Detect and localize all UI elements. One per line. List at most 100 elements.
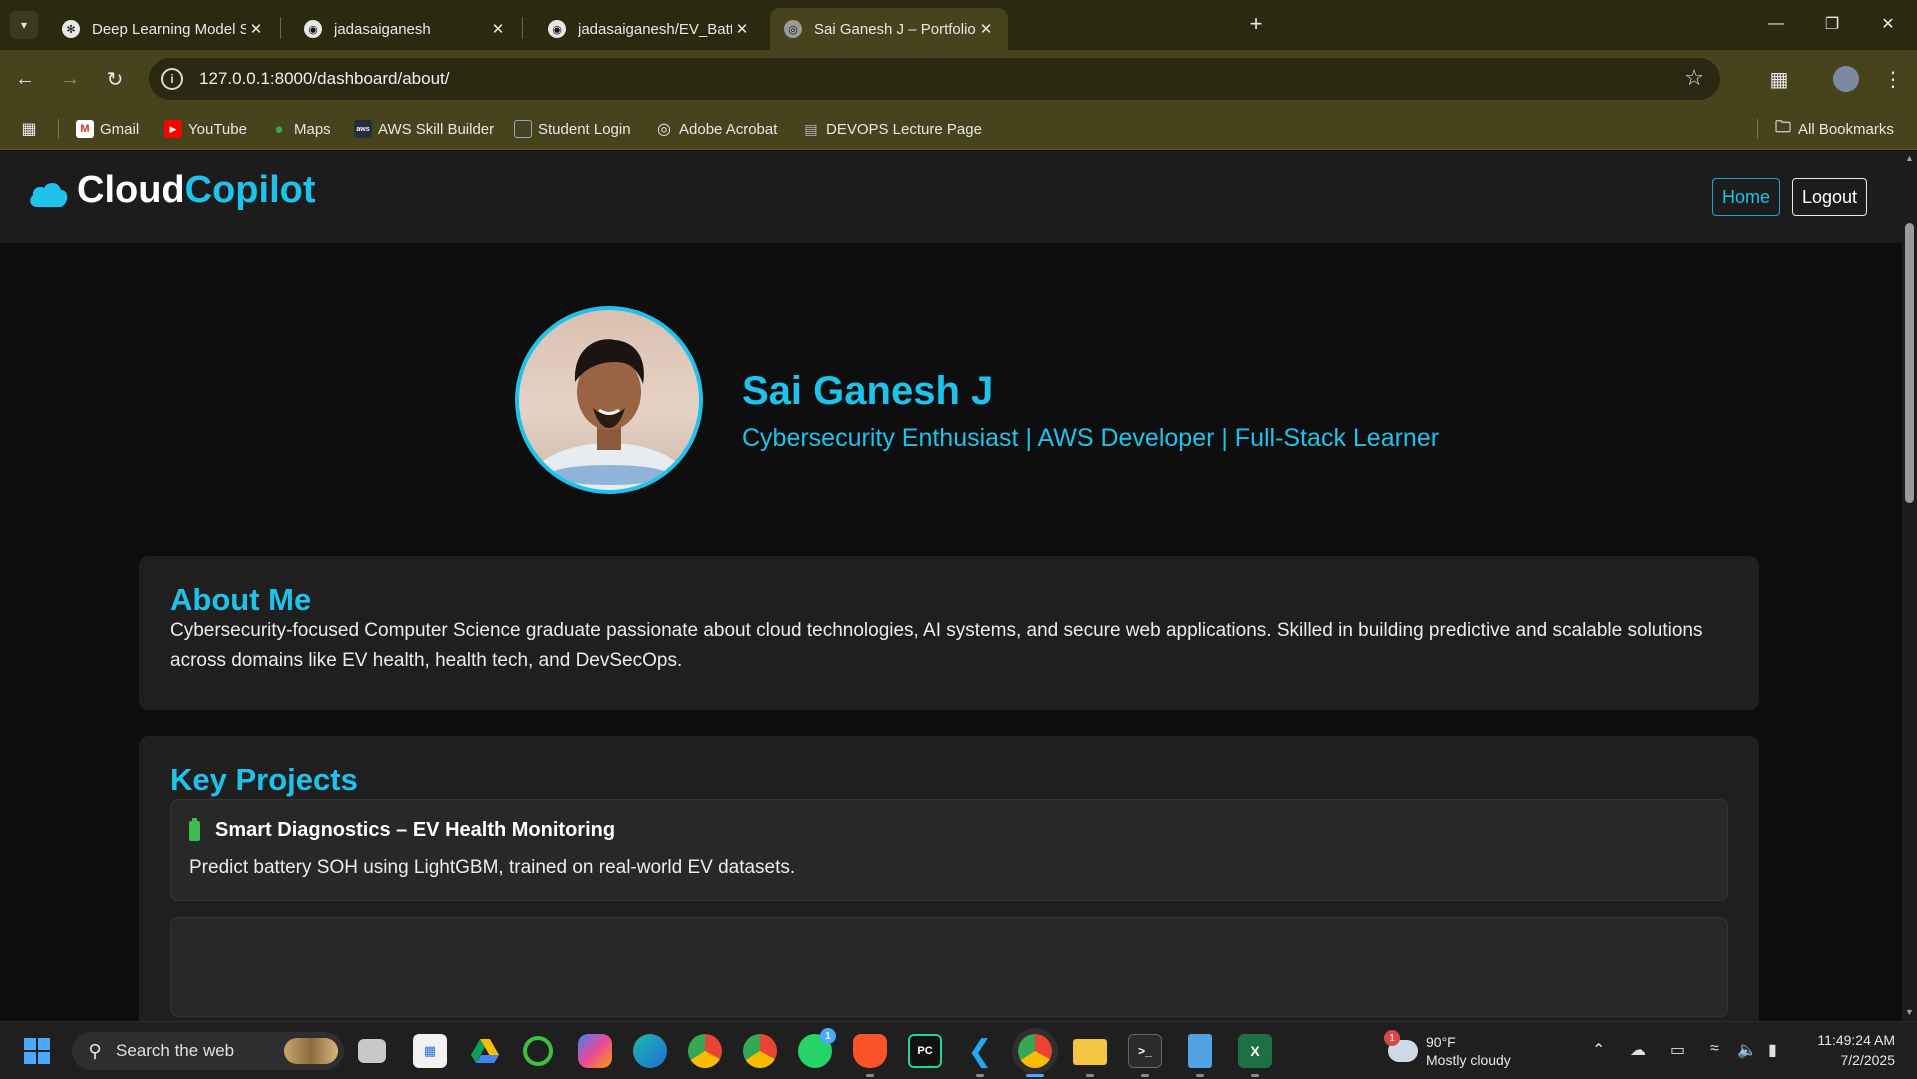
close-tab-icon[interactable]: ✕ bbox=[976, 20, 996, 38]
start-button[interactable] bbox=[20, 1034, 54, 1068]
profile-photo bbox=[515, 306, 703, 494]
store-icon[interactable]: ▦ bbox=[413, 1034, 447, 1068]
bookmark-maps[interactable]: ● Maps bbox=[270, 108, 330, 150]
reload-button[interactable]: ↻ bbox=[99, 63, 131, 95]
weather-temperature: 90°F bbox=[1426, 1034, 1456, 1050]
windows-taskbar: ⚲ Search the web ▦ 1 PC ❮ >_ X 1 90°F Mo… bbox=[0, 1021, 1917, 1079]
projects-card: Key Projects Smart Diagnostics – EV Heal… bbox=[139, 736, 1759, 1021]
battery-icon[interactable]: ▮ bbox=[1768, 1040, 1777, 1060]
close-tab-icon[interactable]: ✕ bbox=[488, 20, 508, 38]
extensions-icon[interactable]: ▦ bbox=[1763, 63, 1795, 95]
projects-heading: Key Projects bbox=[170, 762, 358, 797]
notification-badge: 1 bbox=[1384, 1030, 1400, 1046]
tab-github-profile[interactable]: ◉ jadasaiganesh ✕ bbox=[290, 8, 520, 50]
back-button[interactable]: ← bbox=[9, 63, 41, 95]
chrome-profile-icon[interactable] bbox=[743, 1034, 777, 1068]
page-viewport: Cloud Copilot Home Logout Sai Ganesh J Cy… bbox=[0, 151, 1902, 1021]
github-icon: ◉ bbox=[548, 20, 566, 38]
project-description: Predict battery SOH using LightGBM, trai… bbox=[189, 857, 796, 878]
minimize-button[interactable]: — bbox=[1748, 0, 1804, 48]
bookmark-star-icon[interactable]: ☆ bbox=[1684, 65, 1704, 91]
profile-tagline: Cybersecurity Enthusiast | AWS Developer… bbox=[742, 424, 1440, 452]
brave-icon[interactable] bbox=[853, 1034, 887, 1068]
system-clock[interactable]: 11:49:24 AM 7/2/2025 bbox=[1790, 1030, 1895, 1070]
tab-github-repo[interactable]: ◉ jadasaiganesh/EV_Battery_SOH ✕ bbox=[534, 8, 764, 50]
bookmark-student-login[interactable]: Student Login bbox=[514, 108, 631, 150]
scroll-up-arrow[interactable]: ▲ bbox=[1904, 153, 1915, 163]
chrome-active-icon[interactable] bbox=[1018, 1034, 1052, 1068]
bookmark-adobe[interactable]: ◎ Adobe Acrobat bbox=[655, 108, 777, 150]
about-card: About Me Cybersecurity-focused Computer … bbox=[139, 556, 1759, 710]
logout-button[interactable]: Logout bbox=[1792, 178, 1868, 216]
tab-portfolio[interactable]: ◎ Sai Ganesh J – Portfolio | Cloud ✕ bbox=[770, 8, 1008, 50]
volume-icon[interactable]: 🔈 bbox=[1737, 1040, 1757, 1060]
new-tab-button[interactable]: + bbox=[1243, 12, 1269, 38]
scrollbar-thumb[interactable] bbox=[1905, 223, 1914, 503]
browser-toolbar: ← → ↻ i 127.0.0.1:8000/dashboard/about/ … bbox=[0, 50, 1917, 108]
about-text: Cybersecurity-focused Computer Science g… bbox=[170, 620, 1703, 671]
about-heading: About Me bbox=[170, 582, 312, 617]
close-window-button[interactable]: ✕ bbox=[1860, 0, 1916, 48]
gmail-icon: M bbox=[76, 120, 94, 138]
taskbar-search[interactable]: ⚲ Search the web bbox=[72, 1032, 344, 1070]
close-tab-icon[interactable]: ✕ bbox=[732, 20, 752, 38]
book-icon: ▤ bbox=[804, 120, 818, 137]
aws-icon: aws bbox=[354, 120, 372, 138]
all-bookmarks[interactable]: 🗀 All Bookmarks bbox=[1774, 108, 1894, 150]
page-scrollbar[interactable]: ▲ ▼ bbox=[1902, 151, 1917, 1021]
notification-badge: 1 bbox=[820, 1028, 836, 1044]
search-icon: ⚲ bbox=[88, 1040, 102, 1061]
project-title: Smart Diagnostics – EV Health Monitoring bbox=[215, 819, 616, 841]
menu-icon[interactable]: ⋮ bbox=[1877, 63, 1909, 95]
profile-name: Sai Ganesh J bbox=[742, 369, 994, 413]
chevron-up-icon[interactable]: ⌃ bbox=[1592, 1040, 1605, 1060]
cloud-icon: 1 bbox=[1384, 1030, 1418, 1062]
profile-avatar[interactable] bbox=[1833, 66, 1859, 92]
globe-icon: ◎ bbox=[784, 20, 802, 38]
tab-search-button[interactable]: ▾ bbox=[10, 11, 38, 39]
tab-deep-learning[interactable]: ✻ Deep Learning Model Summary ✕ bbox=[48, 8, 278, 50]
address-bar[interactable]: i 127.0.0.1:8000/dashboard/about/ ☆ bbox=[149, 58, 1720, 100]
google-drive-icon[interactable] bbox=[468, 1034, 502, 1068]
home-button[interactable]: Home bbox=[1712, 178, 1781, 216]
terminal-icon[interactable]: >_ bbox=[1128, 1034, 1162, 1068]
globe-icon: ◎ bbox=[657, 121, 671, 138]
site-header: Cloud Copilot Home Logout bbox=[0, 151, 1902, 243]
wifi-icon[interactable]: ≈ bbox=[1710, 1040, 1719, 1058]
apps-icon[interactable]: ▦ bbox=[20, 108, 44, 150]
battery-icon bbox=[189, 817, 200, 841]
bookmark-gmail[interactable]: M Gmail bbox=[76, 108, 139, 150]
bookmark-devops[interactable]: ▤ DEVOPS Lecture Page bbox=[802, 108, 982, 150]
notepad-icon[interactable] bbox=[1188, 1034, 1212, 1068]
chrome-icon[interactable] bbox=[688, 1034, 722, 1068]
onedrive-icon[interactable]: ☁ bbox=[1630, 1040, 1646, 1060]
close-tab-icon[interactable]: ✕ bbox=[246, 20, 266, 38]
project-card: Smart Diagnostics – EV Health Monitoring… bbox=[170, 799, 1728, 901]
bookmark-aws[interactable]: aws AWS Skill Builder bbox=[354, 108, 494, 150]
sync-icon[interactable] bbox=[523, 1036, 553, 1066]
excel-icon[interactable]: X bbox=[1238, 1034, 1272, 1068]
scroll-down-arrow[interactable]: ▼ bbox=[1904, 1007, 1915, 1017]
copilot-icon[interactable] bbox=[578, 1034, 612, 1068]
clock-date: 7/2/2025 bbox=[1840, 1052, 1896, 1068]
folder-icon: 🗀 bbox=[1774, 118, 1791, 136]
tab-strip: ▾ ✻ Deep Learning Model Summary ✕ ◉ jada… bbox=[0, 0, 1917, 50]
weather-widget[interactable]: 1 90°F Mostly cloudy bbox=[1384, 1028, 1511, 1074]
pycharm-icon[interactable]: PC bbox=[908, 1034, 942, 1068]
display-icon[interactable]: ▭ bbox=[1670, 1040, 1685, 1060]
site-logo[interactable]: Cloud Copilot bbox=[27, 169, 316, 212]
bookmarks-bar: ▦ M Gmail ▶ YouTube ● Maps aws AWS Skill… bbox=[0, 108, 1917, 150]
url-text[interactable]: 127.0.0.1:8000/dashboard/about/ bbox=[199, 69, 450, 89]
github-icon: ◉ bbox=[304, 20, 322, 38]
edge-icon[interactable] bbox=[633, 1034, 667, 1068]
search-highlight-image bbox=[284, 1038, 338, 1064]
task-view-icon[interactable] bbox=[358, 1039, 386, 1063]
vscode-icon[interactable]: ❮ bbox=[963, 1034, 997, 1068]
forward-button[interactable]: → bbox=[54, 63, 86, 95]
whatsapp-icon[interactable]: 1 bbox=[798, 1028, 836, 1068]
file-explorer-icon[interactable] bbox=[1073, 1039, 1107, 1065]
bookmark-youtube[interactable]: ▶ YouTube bbox=[164, 108, 247, 150]
restore-button[interactable]: ❐ bbox=[1804, 0, 1860, 48]
openai-icon: ✻ bbox=[62, 20, 80, 38]
site-info-icon[interactable]: i bbox=[161, 68, 183, 90]
